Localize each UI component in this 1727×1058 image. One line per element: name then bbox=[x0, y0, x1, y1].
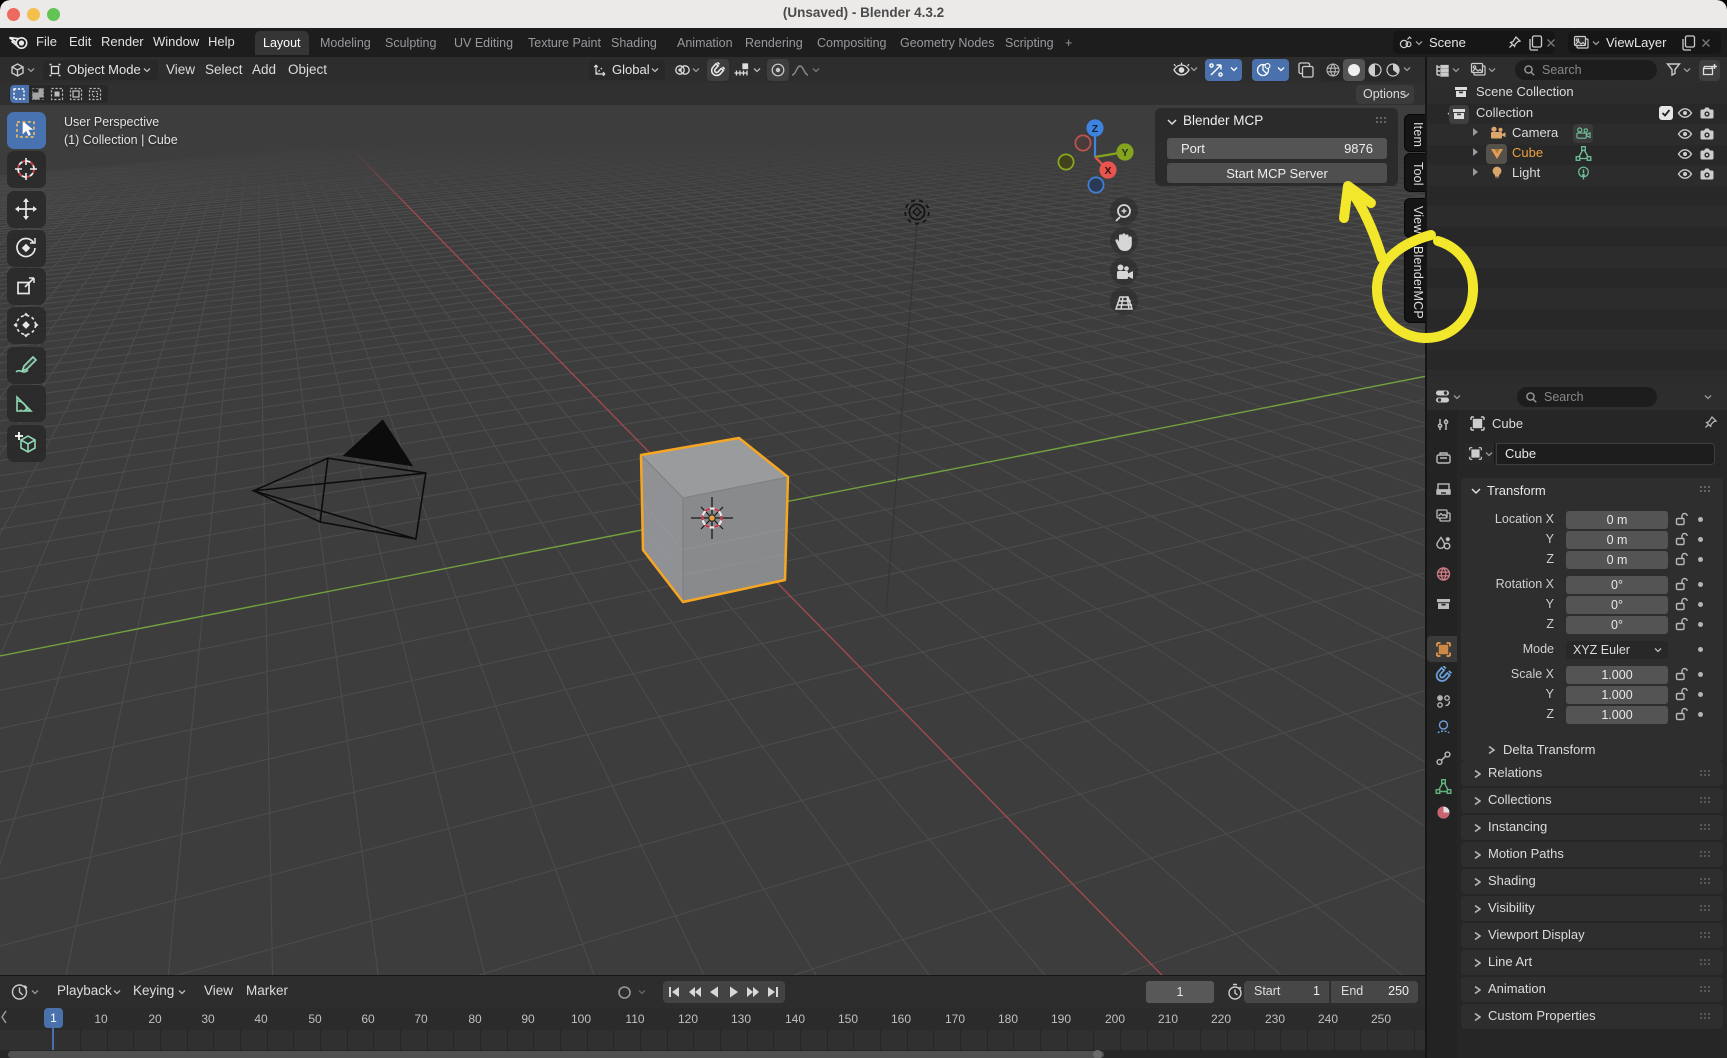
svg-text:X: X bbox=[1104, 165, 1111, 177]
svg-text:Z: Z bbox=[1092, 123, 1099, 135]
svg-text:Y: Y bbox=[1121, 147, 1128, 159]
